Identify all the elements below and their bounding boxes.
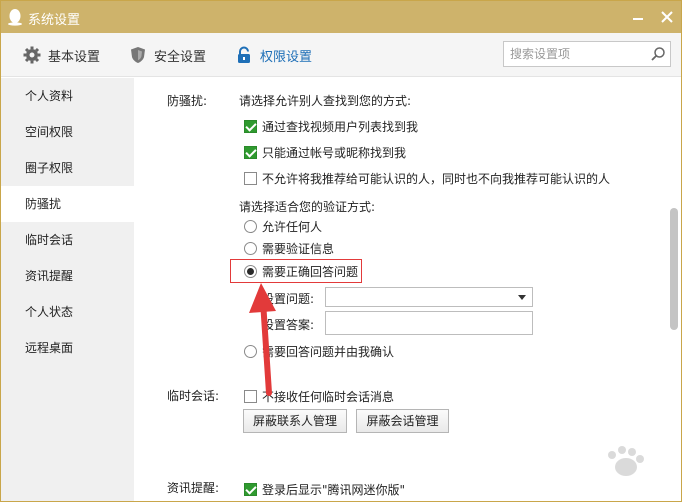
option-label: 通过查找视频用户列表找到我: [262, 120, 419, 134]
minimize-icon[interactable]: [627, 6, 649, 28]
question-select[interactable]: [325, 287, 533, 307]
settings-window: 系统设置 基本设置 安全设置 权限设置 搜索设置项 个人资料 空间权限 圈子权限…: [0, 0, 682, 502]
lock-icon: [238, 46, 250, 63]
scrollbar-thumb[interactable]: [670, 208, 678, 330]
sidebar-item-temp-session[interactable]: 临时会话: [1, 222, 134, 258]
checkbox-reject-temp-session[interactable]: [244, 390, 257, 403]
window-title: 系统设置: [28, 13, 81, 28]
option-label: 不接收任何临时会话消息: [262, 390, 395, 404]
section-label-temp-session: 临时会话:: [167, 389, 220, 403]
chevron-down-icon: [518, 295, 526, 300]
close-icon[interactable]: [656, 6, 678, 28]
option-label: 需要正确回答问题: [262, 265, 359, 279]
find-method-prompt: 请选择允许别人查找到您的方式:: [239, 94, 412, 108]
option-label: 不允许将我推荐给可能认识的人，同时也不向我推荐可能认识的人: [262, 172, 611, 186]
verify-method-prompt: 请选择适合您的验证方式:: [239, 200, 376, 214]
qq-penguin-icon: [8, 9, 22, 26]
option-label: 只能通过帐号或昵称找到我: [262, 146, 407, 160]
option-label: 登录后显示"腾讯网迷你版": [262, 483, 406, 497]
settings-toolbar: 基本设置 安全设置 权限设置: [1, 33, 681, 77]
shield-icon: [131, 47, 145, 63]
sidebar-item-news-reminder[interactable]: 资讯提醒: [1, 258, 134, 294]
title-bar: 系统设置: [1, 1, 681, 33]
radio-need-correct-answer[interactable]: [244, 265, 257, 278]
search-box[interactable]: [503, 41, 671, 67]
search-input[interactable]: [504, 42, 644, 66]
radio-need-verify-info[interactable]: [244, 242, 257, 255]
answer-input[interactable]: [325, 311, 533, 335]
content-scrollbar[interactable]: [668, 78, 681, 501]
tab-label: 安全设置: [154, 49, 207, 65]
section-label-anti-harassment: 防骚扰:: [167, 94, 208, 108]
question-label: 设置问题:: [262, 292, 315, 306]
baidu-watermark: [516, 443, 676, 498]
checkbox-show-tencent-mini[interactable]: [244, 483, 257, 496]
sidebar-item-space-permission[interactable]: 空间权限: [1, 114, 134, 150]
block-contacts-button[interactable]: 屏蔽联系人管理: [243, 409, 347, 433]
option-label: 需要验证信息: [262, 242, 335, 256]
sidebar-item-remote-desktop[interactable]: 远程桌面: [1, 330, 134, 366]
sidebar-item-anti-harassment[interactable]: 防骚扰: [1, 186, 134, 222]
tab-label: 基本设置: [48, 49, 101, 65]
search-icon[interactable]: [650, 46, 666, 62]
section-label-news-reminder: 资讯提醒:: [167, 481, 220, 495]
radio-answer-and-confirm[interactable]: [244, 345, 257, 358]
option-label: 需要回答问题并由我确认: [262, 345, 395, 359]
checkbox-find-by-account[interactable]: [244, 146, 257, 159]
answer-label: 设置答案:: [262, 318, 315, 332]
settings-sidebar: 个人资料 空间权限 圈子权限 防骚扰 临时会话 资讯提醒 个人状态 远程桌面: [1, 78, 134, 501]
tab-security-settings[interactable]: 安全设置: [129, 44, 206, 66]
radio-allow-anyone[interactable]: [244, 220, 257, 233]
block-sessions-button[interactable]: 屏蔽会话管理: [356, 409, 449, 433]
checkbox-no-recommend[interactable]: [244, 172, 257, 185]
option-label: 允许任何人: [262, 220, 323, 234]
gear-icon: [23, 46, 41, 64]
tab-label: 权限设置: [260, 49, 313, 65]
tab-basic-settings[interactable]: 基本设置: [23, 44, 100, 66]
checkbox-find-by-video-list[interactable]: [244, 120, 257, 133]
sidebar-item-circle-permission[interactable]: 圈子权限: [1, 150, 134, 186]
watermark-logo: [608, 446, 644, 476]
sidebar-item-personal-status[interactable]: 个人状态: [1, 294, 134, 330]
sidebar-item-profile[interactable]: 个人资料: [1, 78, 134, 114]
tab-permission-settings[interactable]: 权限设置: [235, 44, 312, 66]
